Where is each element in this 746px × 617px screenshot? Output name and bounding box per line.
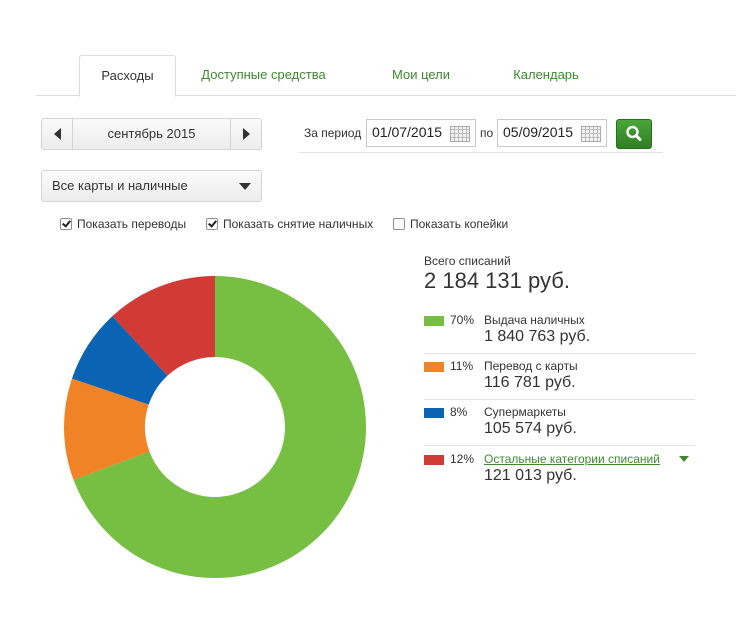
legend-category-name: Перевод с карты <box>484 359 578 373</box>
legend-swatch <box>424 316 444 326</box>
show-cash-withdrawals-checkbox[interactable]: Показать снятие наличных <box>206 217 373 231</box>
current-month-label: сентябрь 2015 <box>107 126 196 141</box>
calendar-icon[interactable] <box>581 126 601 142</box>
legend-swatch <box>424 362 444 372</box>
card-select-value: Все карты и наличные <box>52 178 188 193</box>
checkbox-icon[interactable] <box>60 218 72 230</box>
month-navigator: сентябрь 2015 <box>41 118 262 150</box>
chevron-down-icon[interactable] <box>679 456 689 462</box>
legend-swatch <box>424 455 444 465</box>
legend-amount: 116 781 руб. <box>484 374 576 391</box>
legend-amount: 121 013 руб. <box>484 467 577 484</box>
other-categories-link[interactable]: Остальные категории списаний <box>484 452 660 466</box>
prev-month-button[interactable] <box>42 119 73 149</box>
checkbox-icon[interactable] <box>206 218 218 230</box>
legend-amount: 105 574 руб. <box>484 420 577 437</box>
legend-item: 70% Выдача наличных 1 840 763 руб. <box>424 313 695 354</box>
chevron-down-icon <box>239 183 251 190</box>
show-kopecks-label: Показать копейки <box>410 217 509 231</box>
search-button[interactable] <box>616 119 652 149</box>
legend-percent: 11% <box>450 359 474 373</box>
checkbox-icon[interactable] <box>393 218 405 230</box>
date-to-field[interactable] <box>497 119 607 147</box>
expenses-donut-chart <box>63 276 367 578</box>
legend-percent: 8% <box>450 405 468 419</box>
tab-available-funds[interactable]: Доступные средства <box>196 55 331 95</box>
date-from-field[interactable] <box>366 119 476 147</box>
search-icon <box>626 125 642 141</box>
legend-amount: 1 840 763 руб. <box>484 328 591 345</box>
legend-item: 11% Перевод с карты 116 781 руб. <box>424 359 695 400</box>
period-filter: За период по <box>299 116 663 153</box>
legend-category-name: Супермаркеты <box>484 405 566 419</box>
tab-my-goals[interactable]: Мои цели <box>381 55 461 95</box>
date-to-input[interactable] <box>503 124 581 140</box>
total-value: 2 184 131 руб. <box>424 268 570 293</box>
legend-percent: 70% <box>450 313 475 327</box>
arrow-left-icon <box>53 128 61 140</box>
show-kopecks-checkbox[interactable]: Показать копейки <box>393 217 508 231</box>
period-label: За период <box>304 126 362 140</box>
arrow-right-icon <box>242 128 250 140</box>
legend-swatch <box>424 408 444 418</box>
legend-percent: 12% <box>450 452 475 466</box>
tab-calendar[interactable]: Календарь <box>506 55 586 95</box>
total-label: Всего списаний <box>424 254 511 268</box>
next-month-button[interactable] <box>230 119 261 149</box>
show-transfers-label: Показать переводы <box>77 217 187 231</box>
card-select[interactable]: Все карты и наличные <box>41 170 262 202</box>
show-transfers-checkbox[interactable]: Показать переводы <box>60 217 186 231</box>
period-to-label: по <box>480 126 494 140</box>
calendar-icon[interactable] <box>450 126 470 142</box>
legend-item: 8% Супермаркеты 105 574 руб. <box>424 405 695 446</box>
tab-expenses[interactable]: Расходы <box>79 55 176 97</box>
legend-category-name: Выдача наличных <box>484 313 585 327</box>
tab-bar: Расходы Доступные средства Мои цели Кале… <box>36 55 736 97</box>
legend-item: 12% Остальные категории списаний 121 013… <box>424 452 695 492</box>
show-cash-withdrawals-label: Показать снятие наличных <box>223 217 374 231</box>
date-from-input[interactable] <box>372 124 450 140</box>
